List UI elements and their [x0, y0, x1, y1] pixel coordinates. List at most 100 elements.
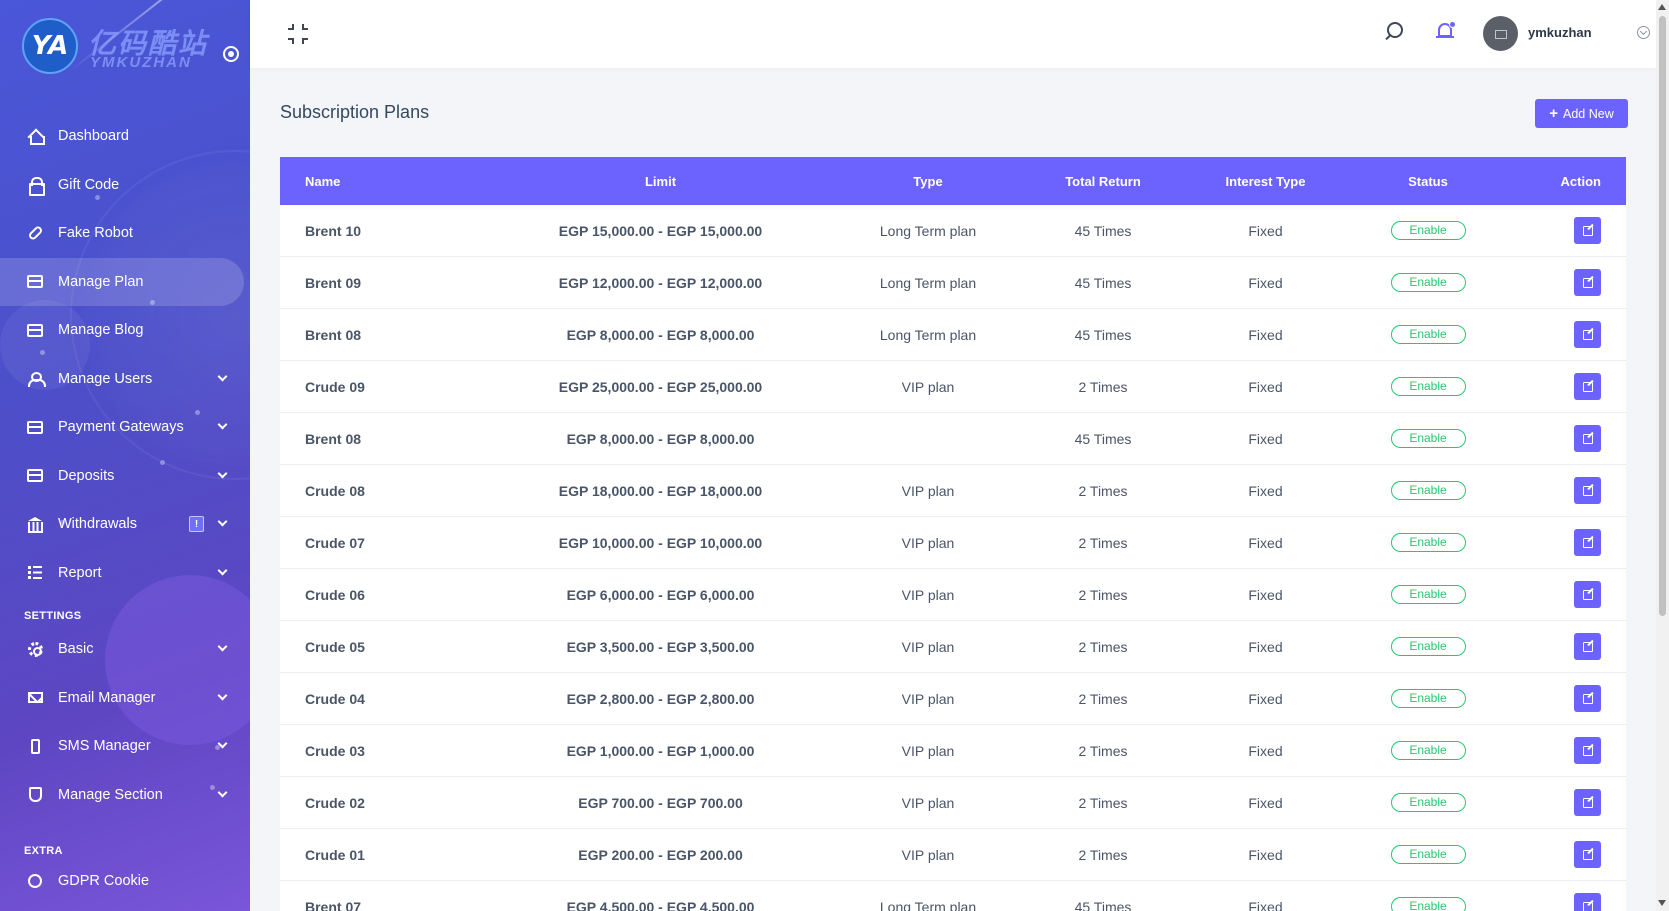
sidebar-item-email-manager[interactable]: Email Manager [0, 674, 250, 723]
plan-limit: EGP 4,500.00 - EGP 4,500.00 [566, 898, 755, 911]
sidebar-item-manage-users[interactable]: Manage Users [0, 355, 250, 404]
chevron-down-icon [217, 419, 228, 430]
logo-mark: YA [22, 18, 78, 74]
status-badge: Enable [1390, 585, 1466, 604]
plan-total-return: 2 Times [1078, 534, 1128, 551]
scrollbar-thumb[interactable] [1659, 16, 1666, 616]
plan-limit: EGP 6,000.00 - EGP 6,000.00 [566, 586, 755, 603]
plan-type: Long Term plan [879, 222, 977, 239]
edit-button[interactable] [1574, 373, 1601, 400]
column-header: Status [1408, 173, 1448, 189]
sidebar-item-withdrawals[interactable]: Withdrawals ! [0, 500, 250, 549]
status-cell: Enable [1378, 585, 1478, 604]
add-new-button[interactable]: + Add New [1535, 99, 1628, 128]
sidebar-item-manage-section[interactable]: Manage Section [0, 771, 250, 820]
plan-total-return: 2 Times [1078, 586, 1128, 603]
edit-icon [1582, 277, 1593, 288]
sidebar-item-manage-blog[interactable]: Manage Blog [0, 306, 250, 355]
plan-type: Long Term plan [879, 326, 977, 343]
table-row: Brent 09 EGP 12,000.00 - EGP 12,000.00 Lon… [280, 257, 1626, 309]
collapse-icon[interactable] [288, 24, 308, 44]
avatar[interactable] [1483, 16, 1518, 51]
edit-button[interactable] [1574, 841, 1601, 868]
plan-interest-type: Fixed [1248, 326, 1283, 343]
username[interactable]: ymkuzhan [1528, 25, 1592, 40]
settings-section: SETTINGS [0, 597, 250, 625]
plan-interest-type: Fixed [1248, 222, 1283, 239]
status-cell: Enable [1378, 793, 1478, 812]
sidebar-item-report[interactable]: Report [0, 549, 250, 598]
edit-button[interactable] [1574, 529, 1601, 556]
table-row: Crude 03 EGP 1,000.00 - EGP 1,000.00 VIP p… [280, 725, 1626, 777]
sidebar-toggle-icon[interactable] [223, 46, 239, 62]
sidebar-item-gift-code[interactable]: Gift Code [0, 161, 250, 210]
edit-button[interactable] [1574, 737, 1601, 764]
page-scrollbar[interactable] [1656, 0, 1669, 911]
sidebar-item-sms-manager[interactable]: SMS Manager [0, 722, 250, 771]
table-row: Crude 04 EGP 2,800.00 - EGP 2,800.00 VIP p… [280, 673, 1626, 725]
edit-icon [1582, 589, 1593, 600]
plan-limit: EGP 2,800.00 - EGP 2,800.00 [566, 690, 755, 707]
plan-limit: EGP 8,000.00 - EGP 8,000.00 [566, 326, 755, 343]
chevron-down-icon[interactable] [1637, 26, 1650, 39]
lock-icon [26, 176, 45, 197]
edit-button[interactable] [1574, 685, 1601, 712]
plan-total-return: 2 Times [1078, 482, 1128, 499]
sidebar-item-label: Manage Plan [58, 273, 144, 290]
sidebar-item-label: Manage Users [58, 370, 153, 387]
column-header: Name [305, 173, 341, 189]
sidebar-item-dashboard[interactable]: Dashboard [0, 112, 250, 161]
table-row: Crude 01 EGP 200.00 - EGP 200.00 VIP plan 2… [280, 829, 1626, 881]
edit-button[interactable] [1574, 633, 1601, 660]
plan-type: Long Term plan [879, 898, 977, 911]
plan-limit: EGP 10,000.00 - EGP 10,000.00 [558, 534, 763, 551]
plan-type: Long Term plan [879, 274, 977, 291]
edit-button[interactable] [1574, 477, 1601, 504]
plan-name: Crude 01 [305, 846, 365, 863]
status-badge: Enable [1390, 637, 1466, 656]
page-title: Subscription Plans [280, 102, 430, 122]
sidebar: YA 亿码酷站 YMKUZHAN Dashboard Gift Code Fak… [0, 0, 250, 911]
action-cell [1478, 685, 1626, 712]
status-badge: Enable [1390, 221, 1466, 240]
sidebar-item-fake-robot[interactable]: Fake Robot [0, 209, 250, 258]
status-cell: Enable [1378, 845, 1478, 864]
edit-button[interactable] [1574, 893, 1601, 911]
edit-button[interactable] [1574, 269, 1601, 296]
scroll-up-arrow-icon[interactable] [1658, 4, 1666, 10]
users-icon [26, 370, 46, 388]
status-badge: Enable [1390, 793, 1466, 812]
table-row: Crude 05 EGP 3,500.00 - EGP 3,500.00 VIP p… [280, 621, 1626, 673]
plan-name: Crude 09 [305, 378, 365, 395]
settings-heading: SETTINGS [24, 610, 82, 622]
column-header: Interest Type [1225, 173, 1306, 189]
list-icon [26, 564, 44, 582]
table-row: Crude 07 EGP 10,000.00 - EGP 10,000.00 VIP… [280, 517, 1626, 569]
sidebar-item-payment-gateways[interactable]: Payment Gateways [0, 403, 250, 452]
edit-button[interactable] [1574, 789, 1601, 816]
plan-limit: EGP 18,000.00 - EGP 18,000.00 [558, 482, 763, 499]
edit-button[interactable] [1574, 425, 1601, 452]
mail-icon [26, 689, 44, 707]
edit-button[interactable] [1574, 321, 1601, 348]
status-badge: Enable [1390, 533, 1466, 552]
edit-button[interactable] [1574, 581, 1601, 608]
scroll-down-arrow-icon[interactable] [1658, 900, 1666, 906]
table-body: Brent 10 EGP 15,000.00 - EGP 15,000.00 Lon… [280, 205, 1626, 911]
sidebar-item-manage-plan[interactable]: Manage Plan [0, 257, 244, 306]
action-cell [1478, 477, 1626, 504]
sidebar-item-basic[interactable]: Basic [0, 625, 250, 674]
bell-icon[interactable] [1436, 20, 1456, 42]
table-row: Brent 08 EGP 8,000.00 - EGP 8,000.00 Long … [280, 309, 1626, 361]
sidebar-item-deposits[interactable]: Deposits [0, 452, 250, 501]
search-icon[interactable] [1384, 22, 1403, 40]
table-row: Brent 10 EGP 15,000.00 - EGP 15,000.00 Lon… [280, 205, 1626, 257]
table-icon [26, 273, 44, 291]
action-cell [1478, 841, 1626, 868]
table-header: Name Limit Type Total Return Interest Ty… [280, 157, 1626, 205]
sidebar-item-gdpr-cookie[interactable]: GDPR Cookie [0, 857, 250, 906]
status-cell: Enable [1378, 637, 1478, 656]
action-cell [1478, 581, 1626, 608]
brand-logo[interactable]: YA 亿码酷站 YMKUZHAN [22, 18, 222, 76]
edit-button[interactable] [1574, 217, 1601, 244]
